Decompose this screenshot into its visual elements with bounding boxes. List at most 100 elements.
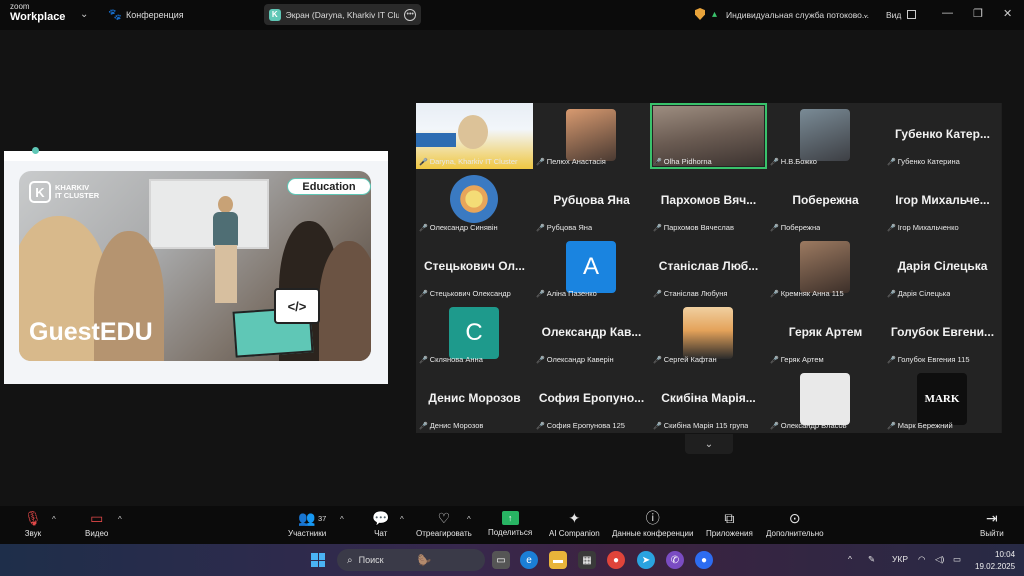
more-options-icon[interactable]: ••• bbox=[404, 8, 416, 21]
participant-tile[interactable]: 🎤 Олександр Власов bbox=[767, 367, 884, 433]
react-button[interactable]: ♡ Отреагировать bbox=[416, 509, 472, 538]
telegram-icon[interactable]: ➤ bbox=[637, 551, 655, 569]
chat-button[interactable]: 💬 Чат bbox=[372, 509, 389, 538]
scroll-down-button[interactable]: ⌄ bbox=[685, 434, 733, 454]
ai-companion-button[interactable]: ✦ AI Companion bbox=[549, 509, 600, 538]
video-button[interactable]: ▭ Видео bbox=[85, 509, 108, 538]
mic-muted-icon: 🎤 bbox=[536, 422, 545, 430]
windows-start-icon[interactable] bbox=[311, 553, 325, 567]
participant-name-label: 🎤 Побережна bbox=[770, 222, 820, 233]
participant-name: Пелюх Анастасія bbox=[546, 157, 606, 166]
participant-tile[interactable]: Скибіна Марія... 🎤 Скибіна Марія 115 група bbox=[650, 367, 767, 433]
participant-name-label: 🎤 Кремняк Анна 115 bbox=[770, 288, 844, 299]
participant-tile[interactable]: 🎤 Olha Pidhorna bbox=[650, 103, 767, 169]
participant-name: Побережна bbox=[780, 223, 821, 232]
participant-tile[interactable]: Рубцова Яна 🎤 Рубцова Яна bbox=[533, 169, 650, 235]
participant-tile[interactable]: Дарія Сілецька 🎤 Дарія Сілецька bbox=[884, 235, 1001, 301]
leave-button[interactable]: ⇥ Выйти bbox=[980, 509, 1004, 538]
participant-tile[interactable]: Голубок Евгени... 🎤 Голубок Евгения 115 bbox=[884, 301, 1001, 367]
os-taskbar: ⌕ Поиск 🦫 ▭ e ▬ ▦ ● ➤ ✆ ● ^ ✎ УКР ◠ ◁) ▭… bbox=[0, 544, 1024, 576]
mic-muted-icon: 🎤 bbox=[770, 224, 779, 232]
participant-tile[interactable]: Олександр Кав... 🎤 Олександр Каверін bbox=[533, 301, 650, 367]
system-clock[interactable]: 10:04 19.02.2025 bbox=[975, 549, 1015, 573]
shared-screen[interactable]: K KHARKIV IT CLUSTER Education </> GuestE… bbox=[4, 147, 388, 384]
participant-tile[interactable]: София Еропуно... 🎤 София Еропунова 125 bbox=[533, 367, 650, 433]
share-indicator-icon bbox=[32, 147, 39, 154]
participant-tile[interactable]: 🎤 Пелюх Анастасія bbox=[533, 103, 650, 169]
viber-icon[interactable]: ✆ bbox=[666, 551, 684, 569]
taskbar-search[interactable]: ⌕ Поиск 🦫 bbox=[337, 549, 485, 571]
conference-label[interactable]: Конференция bbox=[126, 10, 184, 20]
participant-avatar: C bbox=[449, 307, 499, 359]
participant-display-name: Дарія Сілецька bbox=[897, 259, 988, 273]
chevron-down-icon[interactable]: ⌄ bbox=[80, 9, 88, 20]
participant-tile[interactable]: Губенко Катер... 🎤 Губенко Катерина bbox=[884, 103, 1001, 169]
chevron-up-icon[interactable]: ^ bbox=[467, 515, 471, 524]
clock-time: 10:04 bbox=[995, 550, 1016, 559]
chevron-up-icon[interactable]: ^ bbox=[118, 515, 122, 524]
audio-button[interactable]: 🎙 Звук bbox=[24, 509, 42, 538]
participant-tile[interactable]: 🎤 Daryna, Kharkiv IT Cluster bbox=[416, 103, 533, 169]
chevron-up-icon[interactable]: ^ bbox=[52, 515, 56, 524]
participant-avatar bbox=[683, 307, 733, 359]
participant-tile[interactable]: Денис Морозов 🎤 Денис Морозов bbox=[416, 367, 533, 433]
view-label[interactable]: Вид bbox=[886, 10, 901, 20]
screen-share-tab[interactable]: K Экран (Daryna, Kharkiv IT Cluster) ••• bbox=[264, 4, 421, 25]
close-icon[interactable]: ✕ bbox=[1003, 7, 1012, 20]
participant-tile[interactable]: MARK 🎤 Марк Бережний bbox=[884, 367, 1001, 433]
chevron-up-icon[interactable]: ^ bbox=[848, 554, 852, 564]
participant-tile[interactable]: Станіслав Люб... 🎤 Станіслав Любуня bbox=[650, 235, 767, 301]
zoom-taskbar-icon[interactable]: ● bbox=[695, 551, 713, 569]
meeting-info-button[interactable]: ⓘ Данные конференции bbox=[612, 509, 693, 538]
more-button[interactable]: ⊙ Дополнительно bbox=[766, 509, 824, 538]
participant-tile[interactable]: Стецькович Ол... 🎤 Стецькович Олександр bbox=[416, 235, 533, 301]
participant-tile[interactable]: 🎤 Н.В.Божко bbox=[767, 103, 884, 169]
shield-icon[interactable] bbox=[695, 8, 705, 20]
chevron-down-icon[interactable]: ⌄ bbox=[862, 9, 870, 20]
participant-name-label: 🎤 Станіслав Любуня bbox=[653, 288, 727, 299]
participant-tile[interactable]: 🎤 Олександр Синявін bbox=[416, 169, 533, 235]
participant-tile[interactable]: Геряк Артем 🎤 Геряк Артем bbox=[767, 301, 884, 367]
participant-name: Денис Морозов bbox=[429, 421, 484, 430]
minimize-icon[interactable]: — bbox=[942, 7, 953, 19]
pen-icon[interactable]: ✎ bbox=[868, 554, 875, 565]
chrome-icon[interactable]: ● bbox=[607, 551, 625, 569]
mic-muted-icon: 🎤 bbox=[419, 290, 428, 298]
share-button[interactable]: ↑ Поделиться bbox=[488, 509, 532, 537]
chevron-up-icon[interactable]: ^ bbox=[340, 515, 344, 524]
battery-icon[interactable]: ▭ bbox=[953, 554, 961, 565]
store-icon[interactable]: ▦ bbox=[578, 551, 596, 569]
grid-view-icon[interactable] bbox=[907, 10, 916, 19]
task-view-icon[interactable]: ▭ bbox=[492, 551, 510, 569]
wifi-icon[interactable]: ◠ bbox=[918, 554, 925, 565]
participant-avatar bbox=[800, 109, 850, 161]
participant-tile[interactable]: Пархомов Вяч... 🎤 Пархомов Вячеслав bbox=[650, 169, 767, 235]
participant-name: Губенко Катерина bbox=[897, 157, 960, 166]
participant-name: Геряк Артем bbox=[780, 355, 824, 364]
mic-muted-icon: 🎤 bbox=[770, 290, 779, 298]
heart-icon: ♡ bbox=[437, 510, 451, 526]
apps-button[interactable]: ⧉ Приложения bbox=[706, 509, 753, 538]
participant-display-name: Стецькович Ол... bbox=[423, 259, 525, 273]
streaming-service-label[interactable]: Индивидуальная служба потоково... bbox=[726, 10, 869, 20]
participant-tile[interactable]: 🎤 Кремняк Анна 115 bbox=[767, 235, 884, 301]
restore-icon[interactable]: ❐ bbox=[973, 7, 983, 20]
mic-muted-icon: 🎤 bbox=[536, 290, 545, 298]
zoom-logo[interactable]: zoom Workplace bbox=[10, 3, 65, 23]
ai-label: AI Companion bbox=[549, 529, 600, 538]
participant-tile[interactable]: Побережна 🎤 Побережна bbox=[767, 169, 884, 235]
chevron-up-icon[interactable]: ^ bbox=[400, 515, 404, 524]
participant-tile[interactable]: C 🎤 Склянова Анна bbox=[416, 301, 533, 367]
participant-name-label: 🎤 Пелюх Анастасія bbox=[536, 156, 606, 167]
participant-name: Аліна Пазенко bbox=[546, 289, 597, 298]
file-explorer-icon[interactable]: ▬ bbox=[549, 551, 567, 569]
participant-name: Рубцова Яна bbox=[546, 223, 593, 232]
volume-icon[interactable]: ◁) bbox=[935, 554, 944, 565]
participant-avatar bbox=[450, 175, 498, 223]
language-indicator[interactable]: УКР bbox=[892, 554, 908, 564]
edge-icon[interactable]: e bbox=[520, 551, 538, 569]
participant-tile[interactable]: Ігор Михальче... 🎤 Ігор Михальченко bbox=[884, 169, 1001, 235]
sparkle-icon: ✦ bbox=[568, 510, 581, 526]
participant-tile[interactable]: 🎤 Сергей Кафтан bbox=[650, 301, 767, 367]
participant-tile[interactable]: A 🎤 Аліна Пазенко bbox=[533, 235, 650, 301]
